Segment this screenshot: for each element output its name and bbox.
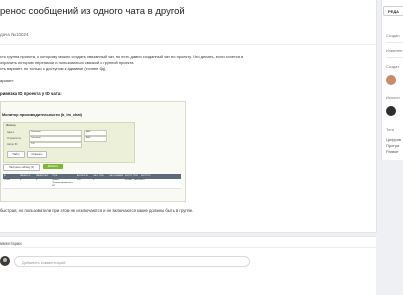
filter-row-label: Ограничить bbox=[7, 137, 22, 140]
screenshot-table: ID PARENT ID PARENT MID TITLE AUTHOR ID CALL … bbox=[3, 174, 181, 189]
screenshot-title: Монитор производительности (b_im_chat) bbox=[2, 113, 83, 117]
variant-label: ариант: bbox=[0, 78, 15, 83]
tag-item[interactable]: Развит bbox=[386, 149, 399, 154]
filter-cancel-button: Отменить bbox=[27, 151, 47, 158]
tag-item[interactable]: Програ bbox=[386, 143, 399, 148]
assignee-label: Исполн bbox=[386, 95, 400, 100]
task-sidebar: РЕДА Создан Изменен Создат Исполн Теги Ц… bbox=[381, 0, 403, 160]
tags-label: Теги bbox=[386, 127, 395, 132]
table-cell: 126 bbox=[77, 179, 81, 181]
page-title: ренос сообщений из одного чата в другой bbox=[0, 6, 185, 17]
description-line-1: сть группа проекта, к которому можно соз… bbox=[0, 54, 244, 59]
filter-row-value: 126 bbox=[29, 142, 82, 148]
divider bbox=[386, 42, 403, 43]
table-cell: 270 bbox=[141, 179, 145, 181]
table-cell: 12345 bbox=[4, 179, 11, 181]
avatar[interactable] bbox=[386, 75, 396, 85]
table-cell: SONET_GROUP bbox=[125, 179, 142, 181]
table-cell: Проект "Компостирование и 3D" bbox=[52, 179, 73, 187]
filter-title: Фильтр bbox=[6, 124, 16, 127]
filter-row-label: Автор ID bbox=[7, 143, 18, 146]
tab-comments[interactable]: мментарии bbox=[0, 241, 22, 246]
table-cell: 0 bbox=[93, 179, 95, 181]
embedded-screenshot: Монитор производительности (b_im_chat) Ф… bbox=[0, 101, 186, 202]
list-settings-button: Настроить таблицу (2) bbox=[3, 164, 40, 171]
table-cell: 0 bbox=[20, 179, 22, 181]
add-button: Добавить bbox=[43, 164, 63, 169]
created-label: Создан bbox=[386, 33, 400, 38]
task-card: ренос сообщений из одного чата в другой … bbox=[0, 0, 377, 233]
description-line-2: охранить историю переписки и пользоватьс… bbox=[0, 60, 134, 65]
filter-row-value: Значение bbox=[29, 136, 82, 142]
task-number: дача №10024 bbox=[0, 32, 29, 37]
pencil-icon[interactable]: ✎ bbox=[166, 9, 171, 16]
table-cell: 0 bbox=[36, 179, 38, 181]
changed-label: Изменен bbox=[386, 48, 403, 53]
divider bbox=[386, 57, 403, 58]
conclusion-text: быстрая, но пользователи при этом не иск… bbox=[0, 208, 194, 213]
creator-label: Создат bbox=[386, 64, 400, 69]
comment-input[interactable]: Добавить комментарий bbox=[14, 256, 250, 267]
filter-row-label: Здесь bbox=[7, 131, 15, 134]
filter-find-button: Найти bbox=[7, 151, 25, 158]
divider bbox=[0, 247, 376, 248]
table-row: 12345 0 0 Проект "Компостирование и 3D" 126 0… bbox=[3, 179, 181, 189]
filter-row-op: AND bbox=[84, 136, 107, 142]
divider bbox=[0, 44, 376, 45]
description-line-3: сть вариант, но только с доступом к адми… bbox=[0, 66, 107, 71]
section-label: ривязка ID проекта у ID чата: bbox=[0, 91, 62, 96]
screenshot-filter-panel: Фильтр Здесь Значение AND Ограничить Зна… bbox=[3, 122, 135, 163]
edit-button[interactable]: РЕДА bbox=[383, 6, 403, 16]
tag-item[interactable]: Цифров bbox=[386, 137, 401, 142]
filter-row-op: AND bbox=[84, 130, 107, 136]
comments-section: мментарии Добавить комментарий bbox=[0, 236, 376, 295]
filter-row-value: Значение bbox=[29, 130, 82, 136]
avatar bbox=[0, 256, 10, 266]
avatar[interactable] bbox=[386, 106, 396, 116]
